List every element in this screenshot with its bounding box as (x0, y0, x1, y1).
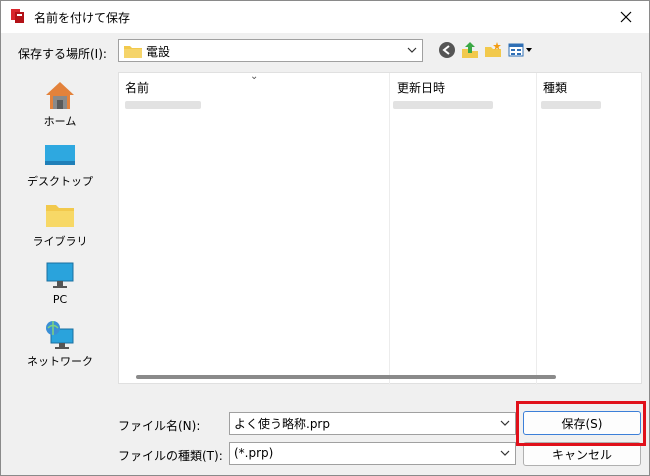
library-folder-icon (44, 199, 76, 231)
place-network[interactable]: ネットワーク (18, 313, 102, 371)
column-header-name[interactable]: 名前 (125, 79, 149, 96)
column-divider (389, 73, 390, 385)
view-menu-button[interactable] (507, 39, 535, 61)
file-name-input[interactable] (234, 415, 494, 432)
place-library[interactable]: ライブラリ (18, 193, 102, 251)
place-pc[interactable]: PC (18, 253, 102, 311)
new-folder-button[interactable] (483, 39, 503, 61)
back-arrow-icon (439, 42, 455, 58)
window-title: 名前を付けて保存 (34, 11, 131, 25)
chevron-down-icon[interactable] (499, 416, 511, 433)
place-label: ホーム (43, 115, 77, 128)
file-name-label: ファイル名(N): (118, 419, 201, 433)
file-list[interactable]: ⌄ 名前 更新日時 種類 (118, 71, 642, 385)
places-bar: ホーム デスクトップ ライブラリ PC ネットワーク (18, 73, 114, 383)
place-label: ネットワーク (27, 355, 93, 368)
save-in-value: 電設 (146, 45, 171, 59)
sort-indicator-icon: ⌄ (250, 71, 259, 82)
place-desktop[interactable]: デスクトップ (18, 133, 102, 191)
folder-icon (124, 44, 142, 61)
file-type-label: ファイルの種類(T): (118, 449, 223, 463)
file-type-select[interactable]: (*.prp) (229, 442, 516, 465)
place-label: ライブラリ (32, 235, 88, 248)
title-bar: 名前を付けて保存 (1, 1, 649, 33)
file-name-combo[interactable] (229, 412, 516, 435)
place-home[interactable]: ホーム (18, 73, 102, 131)
place-label: PC (52, 293, 68, 306)
file-type-value: (*.prp) (234, 446, 274, 460)
desktop-icon (44, 139, 76, 171)
new-folder-icon (485, 42, 501, 57)
place-label: デスクトップ (27, 175, 93, 188)
horizontal-scrollbar[interactable] (136, 375, 556, 379)
up-folder-button[interactable] (460, 39, 480, 61)
home-icon (44, 79, 76, 111)
save-in-label: 保存する場所(I): (18, 47, 107, 61)
save-as-dialog: 名前を付けて保存 保存する場所(I): 電設 ホーム デスクトップ ライブラリ … (0, 0, 650, 476)
highlight-box (516, 401, 646, 446)
computer-monitor-icon (44, 259, 76, 291)
chevron-down-icon[interactable] (499, 446, 511, 463)
network-icon (44, 319, 76, 351)
blurred-file-date (393, 101, 493, 109)
column-header-modified[interactable]: 更新日時 (397, 79, 445, 96)
column-header-type[interactable]: 種類 (543, 79, 567, 96)
blurred-file-type (541, 101, 601, 109)
save-in-combo[interactable]: 電設 (118, 39, 423, 62)
close-button[interactable] (603, 1, 649, 33)
chevron-down-icon[interactable] (406, 43, 418, 60)
blurred-file-name (125, 101, 201, 109)
back-button[interactable] (437, 39, 457, 61)
view-menu-icon (508, 43, 532, 57)
column-divider (536, 73, 537, 385)
close-icon (620, 11, 632, 23)
app-icon (10, 8, 26, 24)
up-folder-icon (462, 42, 478, 58)
